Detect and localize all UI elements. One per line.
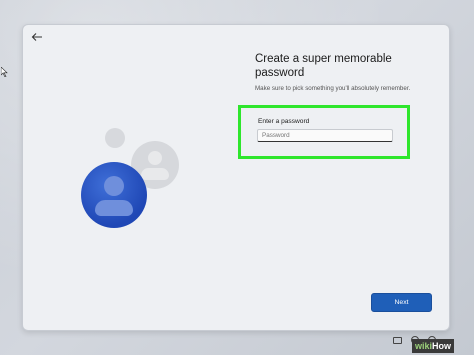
avatar-small (105, 128, 125, 148)
cursor-icon (1, 67, 8, 77)
wikihow-watermark: wikiHow (412, 339, 455, 353)
user-avatars-illustration (79, 128, 189, 228)
password-field-label: Enter a password (258, 118, 310, 125)
page-title: Create a super memorable password (255, 53, 392, 79)
avatar-main (81, 162, 147, 228)
back-arrow-icon (31, 33, 42, 41)
page-subtitle: Make sure to pick something you'll absol… (255, 85, 411, 92)
password-field-highlight: Enter a password (238, 105, 410, 159)
setup-window: Create a super memorable password Make s… (22, 24, 450, 331)
password-input[interactable] (257, 129, 393, 142)
next-button[interactable]: Next (371, 293, 432, 312)
back-button[interactable] (31, 31, 47, 45)
keyboard-icon[interactable] (393, 336, 402, 344)
